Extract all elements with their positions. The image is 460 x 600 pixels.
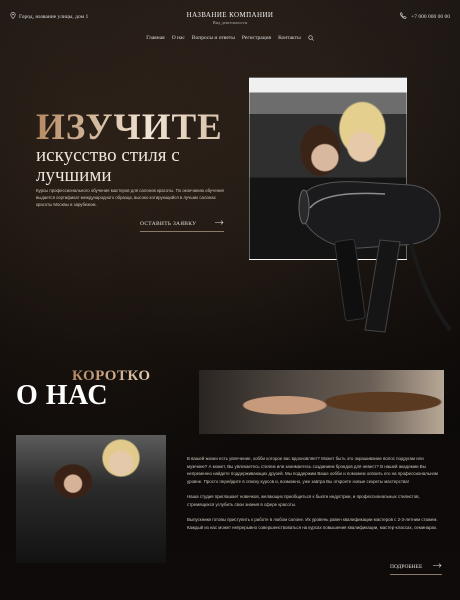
hero-title: ИЗУЧИТЕ: [36, 107, 223, 148]
company-logo[interactable]: НАЗВАНИЕ КОМПАНИИ Вид деятельности: [187, 11, 274, 25]
hero-description: Курсы профессионального обучения мастеро…: [36, 188, 224, 207]
cta-label: ОСТАВИТЬ ЗАЯВКУ: [140, 220, 197, 227]
phone-icon: [400, 12, 407, 21]
nav-item-faq[interactable]: Вопросы и ответы: [192, 35, 235, 43]
haircut-photo: [199, 370, 444, 434]
page: Город, название улицы, дом 1 НАЗВАНИЕ КО…: [0, 0, 460, 600]
nav-item-contacts[interactable]: Контакты: [278, 35, 301, 43]
about-title: О НАС: [16, 380, 109, 411]
search-icon[interactable]: [308, 35, 314, 43]
leave-request-button[interactable]: ОСТАВИТЬ ЗАЯВКУ: [140, 220, 224, 232]
header: Город, название улицы, дом 1 НАЗВАНИЕ КО…: [10, 10, 450, 30]
phone-number: +7 000 000 00 00: [411, 13, 450, 20]
phone[interactable]: +7 000 000 00 00: [400, 12, 450, 21]
nav-item-registration[interactable]: Регистрация: [242, 35, 271, 43]
arrow-right-icon: [215, 220, 224, 227]
hero-subtitle: искусство стиля с лучшими: [36, 145, 180, 186]
stylist-client-photo: [16, 435, 166, 563]
about-paragraph: Выпускники готовы приступить к работе в …: [187, 517, 438, 530]
about-paragraph: Наша студия приглашает новичков, желающи…: [187, 494, 420, 507]
main-nav: Главная О нас Вопросы и ответы Регистрац…: [0, 35, 460, 43]
more-button[interactable]: ПОДРОБНЕЕ: [390, 563, 442, 575]
address-text: Город, название улицы, дом 1: [19, 13, 89, 20]
arrow-right-icon: [433, 563, 442, 570]
nav-item-home[interactable]: Главная: [146, 35, 164, 43]
address: Город, название улицы, дом 1: [10, 12, 88, 21]
about-text: В вашей жизни есть увлечение, хобби кото…: [187, 455, 443, 539]
location-pin-icon: [10, 12, 16, 21]
nav-item-about[interactable]: О нас: [172, 35, 185, 43]
hair-dryer-image: [298, 181, 452, 333]
about-paragraph: В вашей жизни есть увлечение, хобби кото…: [187, 456, 438, 484]
more-label: ПОДРОБНЕЕ: [390, 563, 423, 570]
company-sub: Вид деятельности: [212, 20, 248, 25]
company-name: НАЗВАНИЕ КОМПАНИИ: [186, 11, 274, 19]
